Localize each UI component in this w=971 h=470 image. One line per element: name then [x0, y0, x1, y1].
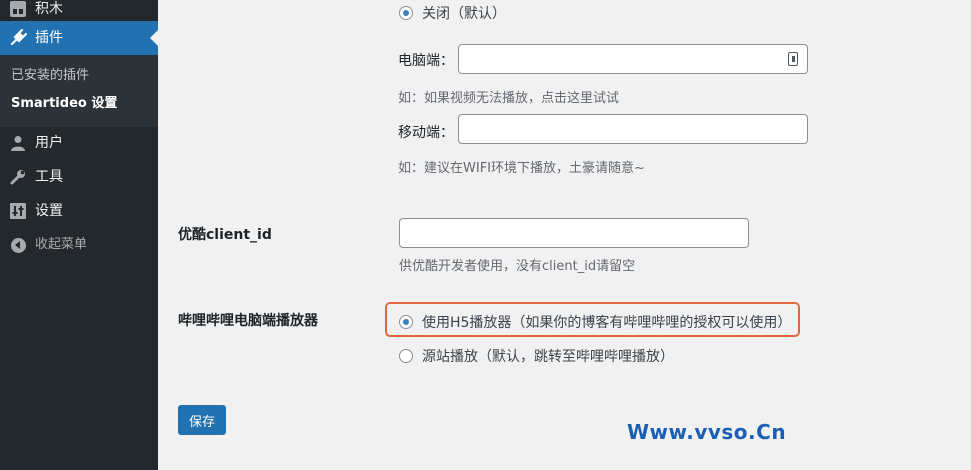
plugins-submenu: 已安装的插件 Smartideo 设置: [0, 55, 158, 127]
current-menu-pointer: [150, 30, 158, 46]
sidebar-item-label: 工具: [35, 169, 63, 185]
autoplay-off-label: 关闭（默认）: [422, 6, 506, 22]
sidebar-item-label: 用户: [35, 135, 63, 151]
password-keychain-icon[interactable]: [788, 52, 798, 66]
sidebar-item-users[interactable]: 用户: [0, 126, 158, 160]
collapse-menu-button[interactable]: 收起菜单: [0, 228, 158, 262]
watermark: Www.vvso.Cn: [627, 420, 787, 444]
pc-description: 如：如果视频无法播放，点击这里试试: [398, 91, 620, 106]
settings-icon: [8, 201, 28, 221]
youku-client-id-heading: 优酷client_id: [178, 227, 272, 243]
submenu-item-smartideo-settings[interactable]: Smartideo 设置: [11, 95, 117, 113]
save-button[interactable]: 保存: [178, 405, 226, 435]
settings-content: 关闭（默认） 电脑端： 如：如果视频无法播放，点击这里试试 移动端： 如：建议在…: [158, 0, 971, 470]
wrench-icon: [8, 167, 28, 187]
mobile-input[interactable]: [458, 114, 808, 144]
collapse-icon: [8, 235, 28, 255]
sidebar-item-label: 设置: [35, 203, 63, 219]
admin-sidebar: 积木 插件 已安装的插件 Smartideo 设置 用户 工具 设置 收起菜单: [0, 0, 158, 470]
sidebar-item-label: 积木: [35, 1, 63, 17]
blocks-icon: [8, 0, 28, 19]
mobile-description: 如：建议在WIFI环境下播放，土豪请随意~: [398, 161, 645, 176]
youku-client-id-input[interactable]: [399, 218, 749, 248]
bilibili-source-radio[interactable]: [399, 349, 413, 363]
submenu-item-installed-plugins[interactable]: 已安装的插件: [11, 67, 89, 85]
sidebar-item-label: 插件: [35, 30, 63, 46]
bilibili-h5-radio-row[interactable]: 使用H5播放器（如果你的博客有哔哩哔哩的授权可以使用）: [399, 312, 791, 332]
sidebar-item-tools[interactable]: 工具: [0, 160, 158, 194]
bilibili-player-heading: 哔哩哔哩电脑端播放器: [178, 313, 318, 329]
pc-label: 电脑端：: [398, 53, 454, 69]
sidebar-item-label: 收起菜单: [35, 237, 88, 252]
bilibili-source-label: 源站播放（默认，跳转至哔哩哔哩播放）: [422, 349, 674, 365]
bilibili-source-radio-row[interactable]: 源站播放（默认，跳转至哔哩哔哩播放）: [399, 346, 674, 366]
youku-client-id-description: 供优酷开发者使用，没有client_id请留空: [399, 259, 636, 274]
bilibili-h5-radio[interactable]: [399, 315, 413, 329]
mobile-label: 移动端：: [398, 125, 454, 141]
user-icon: [8, 133, 28, 153]
bilibili-h5-label: 使用H5播放器（如果你的博客有哔哩哔哩的授权可以使用）: [422, 315, 792, 331]
sidebar-item-plugins[interactable]: 插件: [0, 21, 158, 55]
pc-input[interactable]: [458, 44, 808, 74]
plugin-icon: [8, 28, 28, 48]
sidebar-item-settings[interactable]: 设置: [0, 194, 158, 228]
autoplay-off-radio-row[interactable]: 关闭（默认）: [399, 3, 506, 23]
autoplay-off-radio[interactable]: [399, 6, 413, 20]
